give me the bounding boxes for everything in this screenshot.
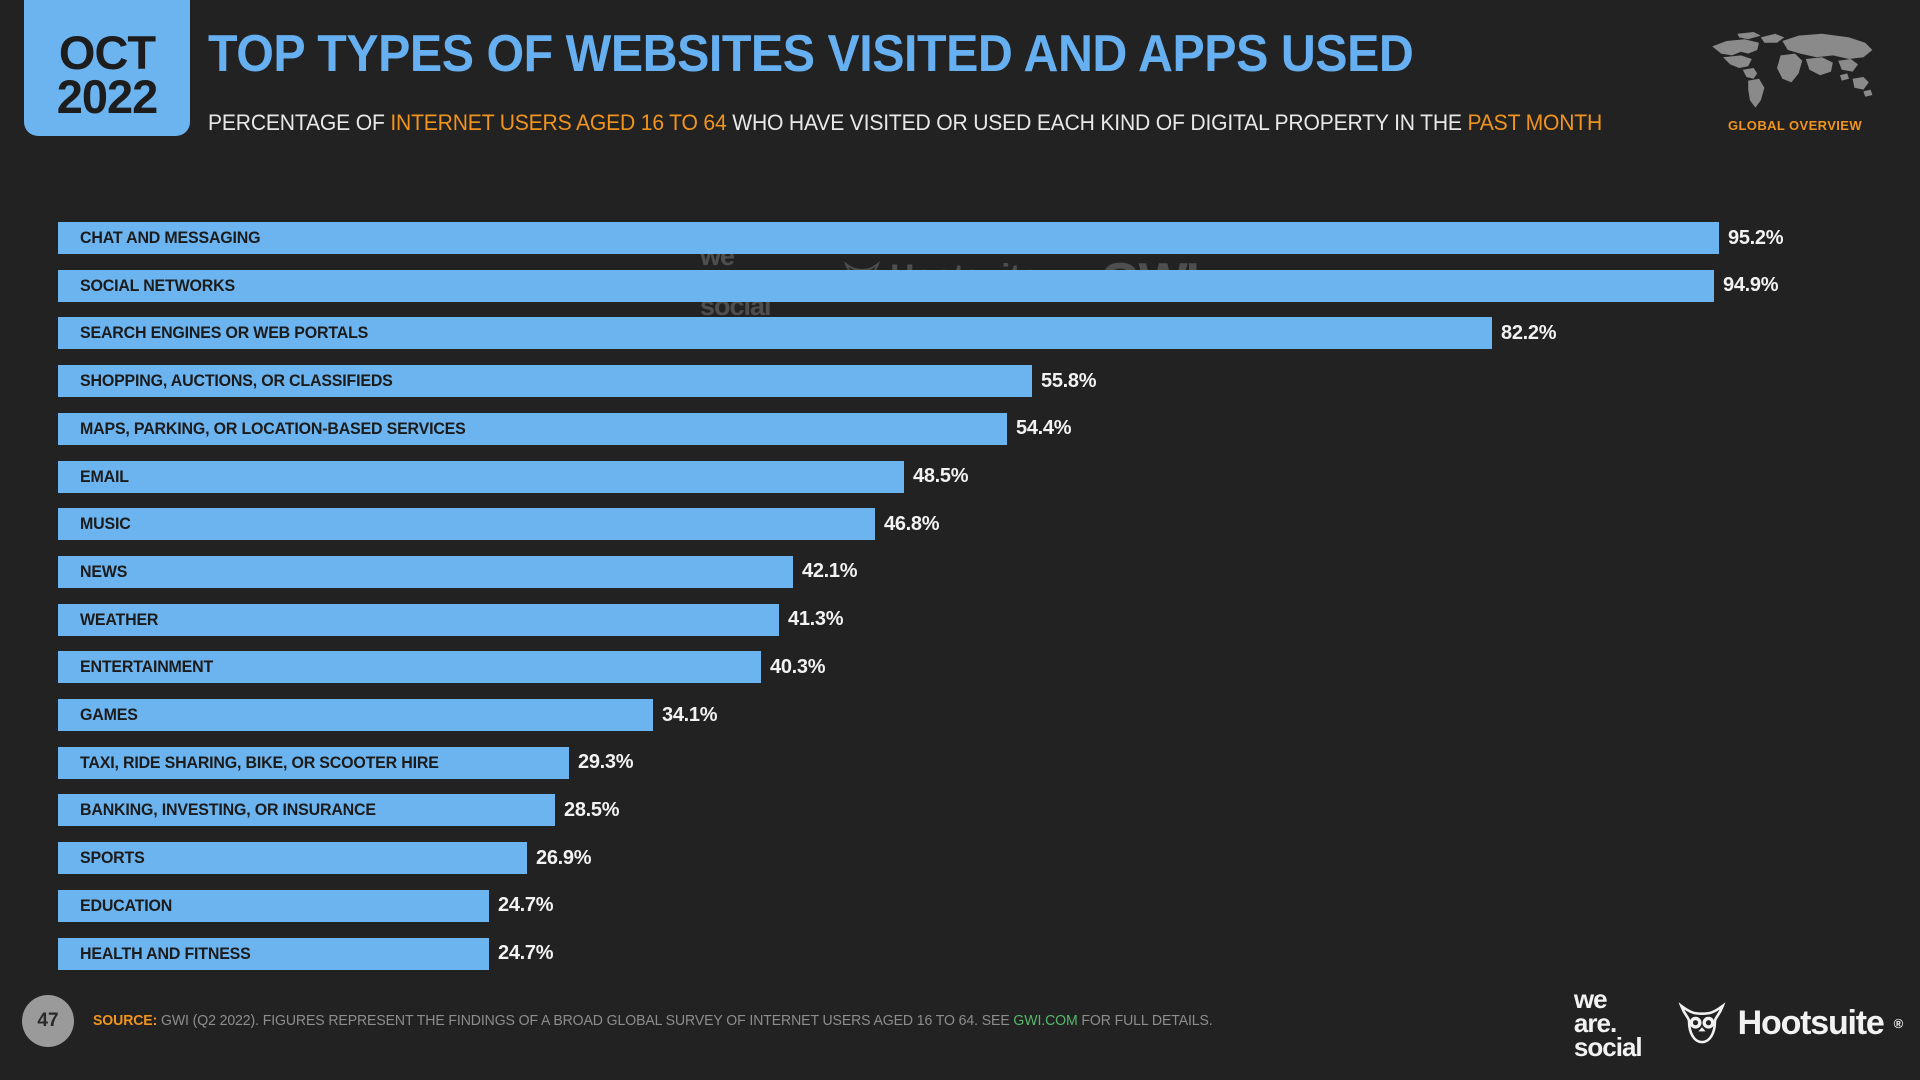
bar — [58, 460, 904, 493]
bar-row: MAPS, PARKING, OR LOCATION-BASED SERVICE… — [58, 412, 1920, 445]
bar-value-label: 24.7% — [498, 894, 554, 917]
bar-value-label: 41.3% — [788, 608, 844, 631]
bar-value-label: 42.1% — [802, 560, 858, 583]
bar-value-label: 40.3% — [770, 655, 826, 678]
bar-category-label: GAMES — [80, 705, 138, 724]
bar-chart: CHAT AND MESSAGING 95.2% SOCIAL NETWORKS 94… — [0, 0, 1920, 1080]
bar-category-label: NEWS — [80, 561, 128, 581]
bar-value-label: 48.5% — [913, 465, 969, 487]
bar — [58, 508, 875, 541]
bar-category-label: SPORTS — [80, 848, 145, 868]
bar-category-label: SOCIAL NETWORKS — [80, 275, 235, 295]
bar-row: TAXI, RIDE SHARING, BIKE, OR SCOOTER HIR… — [58, 746, 1920, 779]
bar-row: EDUCATION 24.7% — [58, 889, 1920, 922]
bar-category-label: MAPS, PARKING, OR LOCATION-BASED SERVICE… — [80, 418, 466, 438]
bar-category-label: SEARCH ENGINES OR WEB PORTALS — [80, 323, 369, 343]
bar-value-label: 95.2% — [1728, 226, 1784, 249]
bar-row: NEWS 42.1% — [58, 555, 1920, 588]
bar — [58, 222, 1719, 254]
bar-row: BANKING, INVESTING, OR INSURANCE 28.5% — [58, 794, 1920, 827]
bar-category-label: TAXI, RIDE SHARING, BIKE, OR SCOOTER HIR… — [80, 752, 439, 772]
bar-row: ENTERTAINMENT 40.3% — [58, 651, 1920, 684]
bar-category-label: HEALTH AND FITNESS — [80, 943, 251, 963]
slide-root: weare.social Hootsuite GWI. OCT 2022 TOP… — [0, 0, 1920, 1080]
bar-value-label: 34.1% — [662, 703, 718, 726]
bar — [58, 269, 1714, 302]
bar-row: SPORTS 26.9% — [58, 842, 1920, 875]
bar-value-label: 55.8% — [1041, 369, 1097, 392]
bar-category-label: WEATHER — [80, 609, 159, 629]
bar-category-label: BANKING, INVESTING, OR INSURANCE — [80, 800, 376, 820]
bar-value-label: 29.3% — [578, 751, 634, 774]
bar-row: MUSIC 46.8% — [58, 508, 1920, 541]
bar-value-label: 94.9% — [1723, 274, 1779, 297]
bar-value-label: 26.9% — [536, 846, 592, 869]
bar-row: SEARCH ENGINES OR WEB PORTALS 82.2% — [58, 317, 1920, 350]
bar-row: SOCIAL NETWORKS 94.9% — [58, 269, 1920, 302]
bar-value-label: 24.7% — [498, 942, 554, 964]
bar-category-label: SHOPPING, AUCTIONS, OR CLASSIFIEDS — [80, 371, 393, 391]
bar-category-label: CHAT AND MESSAGING — [80, 228, 261, 247]
bar-category-label: EDUCATION — [80, 895, 173, 915]
bar-value-label: 82.2% — [1501, 321, 1557, 344]
bar-row: GAMES 34.1% — [58, 699, 1920, 731]
bar-category-label: ENTERTAINMENT — [80, 657, 214, 677]
bar-category-label: EMAIL — [80, 466, 129, 486]
bar — [58, 555, 793, 588]
bar-row: SHOPPING, AUCTIONS, OR CLASSIFIEDS 55.8% — [58, 365, 1920, 398]
bar-value-label: 28.5% — [564, 798, 620, 821]
bar — [58, 603, 779, 636]
bar-category-label: MUSIC — [80, 514, 131, 534]
bar-value-label: 46.8% — [884, 512, 940, 535]
bar-value-label: 54.4% — [1016, 417, 1072, 440]
bar-row: WEATHER 41.3% — [58, 603, 1920, 636]
bar-row: EMAIL 48.5% — [58, 460, 1920, 493]
bar — [58, 699, 653, 731]
bar-row: HEALTH AND FITNESS 24.7% — [58, 937, 1920, 970]
bar-row: CHAT AND MESSAGING 95.2% — [58, 222, 1920, 254]
